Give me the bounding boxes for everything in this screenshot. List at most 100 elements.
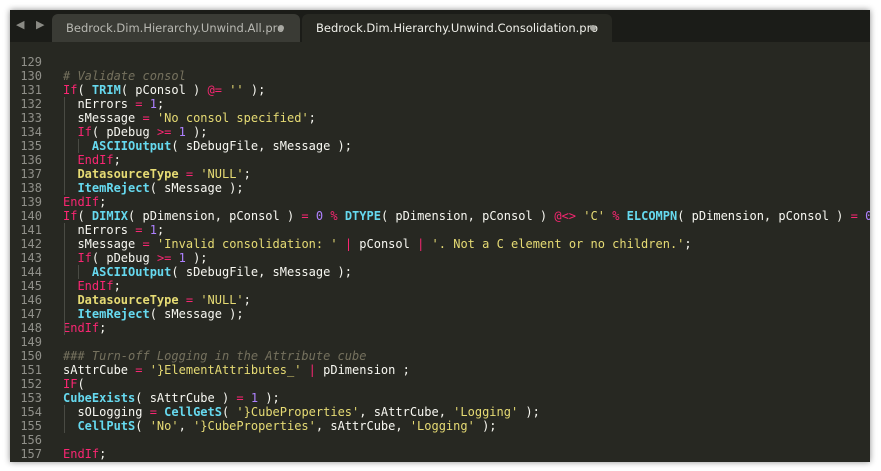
code-token: CubeExists [63, 391, 136, 405]
code-token: | [308, 363, 316, 377]
code-token: 'NULL' [200, 293, 244, 307]
code-token: = [142, 111, 150, 125]
code-token: , sAttrCube, [315, 419, 410, 433]
code-line: 130 # Validate consol [10, 69, 870, 83]
code-token: # Validate consol [63, 69, 186, 83]
code-token: ( [221, 405, 237, 419]
code-token: ; [156, 97, 165, 111]
tab-unwind-all[interactable]: Bedrock.Dim.Hierarchy.Unwind.All.pro [52, 14, 300, 42]
code-token: DatasourceType [77, 167, 179, 181]
code-token: ; [156, 223, 165, 237]
code-line: 148 EndIf; [10, 321, 870, 335]
code-token: | [344, 237, 353, 251]
line-number: 142 [20, 237, 42, 251]
code-line: 139 EndIf; [10, 195, 870, 209]
code-token: ( pDimension, pConsol ) [677, 209, 851, 223]
code-line: 147 ItemReject( sMessage ); [10, 307, 870, 321]
code-token: ( [77, 377, 85, 391]
code-token: sOLogging [63, 405, 150, 419]
line-number: 146 [20, 293, 42, 307]
code-line: 145 EndIf; [10, 279, 870, 293]
code-text: # Validate consol [63, 69, 186, 83]
code-token: ); [185, 251, 208, 265]
code-token: , sAttrCube, [359, 405, 454, 419]
code-token: '. Not a C element or no children.' [431, 237, 685, 251]
close-dot-icon[interactable] [278, 25, 284, 31]
code-token: ItemReject [77, 307, 150, 321]
tab-label: Bedrock.Dim.Hierarchy.Unwind.Consolidati… [316, 21, 599, 35]
line-number: 153 [20, 391, 42, 405]
code-text: CubeExists( sAttrCube ) = 1 ); [63, 391, 280, 405]
code-token: ); [185, 125, 208, 139]
code-token: 1 [149, 97, 157, 111]
code-token: ; [113, 279, 121, 293]
tab-unwind-consolidation[interactable]: Bedrock.Dim.Hierarchy.Unwind.Consolidati… [302, 14, 612, 42]
code-token: = [185, 293, 194, 307]
code-token: ; [243, 167, 251, 181]
line-number: 139 [20, 195, 42, 209]
tab-nav-arrows-icon[interactable]: ◀ ▶ [16, 18, 48, 31]
indent-guide [78, 265, 80, 279]
code-text: If( DIMIX( pDimension, pConsol ) = 0 % D… [63, 209, 870, 223]
line-number: 130 [20, 69, 42, 83]
code-editor[interactable]: 129 130 # Validate consol 131 If( TRIM( pCon… [10, 42, 870, 462]
code-line: 143 If( pDebug >= 1 ); [10, 251, 870, 265]
code-token: ); [243, 83, 266, 97]
line-number: 148 [20, 321, 42, 335]
code-token: 'Invalid consolidation: ' [156, 237, 338, 251]
code-line: 138 ItemReject( sMessage ); [10, 181, 870, 195]
line-number: 135 [20, 139, 42, 153]
code-token: DIMIX [91, 209, 129, 223]
code-token: @= [207, 83, 222, 97]
code-text: sMessage = 'No consol specified'; [63, 111, 315, 125]
indent-guide [64, 223, 65, 335]
code-token: CellPutS [77, 419, 136, 433]
code-line: 158 [10, 461, 870, 462]
code-line: 144 ASCIIOutput( sDebugFile, sMessage ); [10, 265, 870, 279]
code-line: 132 nErrors = 1; [10, 97, 870, 111]
line-number: 131 [20, 83, 42, 97]
code-token: ); [474, 419, 497, 433]
code-token: = [149, 405, 157, 419]
code-text: ASCIIOutput( sDebugFile, sMessage ); [63, 265, 352, 279]
close-dot-icon[interactable] [590, 25, 596, 31]
code-line: 140 If( DIMIX( pDimension, pConsol ) = 0 … [10, 209, 870, 223]
code-text: If( pDebug >= 1 ); [63, 125, 208, 139]
code-line: 141 nErrors = 1; [10, 223, 870, 237]
code-line: 154 sOLogging = CellGetS( '}CubeProperti… [10, 405, 870, 419]
code-token: nErrors [63, 97, 136, 111]
code-text: ASCIIOutput( sDebugFile, sMessage ); [63, 139, 352, 153]
code-token: 1 [149, 223, 157, 237]
code-text: EndIf; [63, 321, 106, 335]
code-token: ); [258, 391, 280, 405]
code-token: ; [243, 293, 251, 307]
code-text: ItemReject( sMessage ); [63, 181, 244, 195]
code-token: CellGetS [164, 405, 222, 419]
code-token: 'Logging' [409, 419, 475, 433]
code-token: ASCIIOutput [91, 265, 172, 279]
code-text: If( pDebug >= 1 ); [63, 251, 208, 265]
indent-guide [64, 405, 65, 433]
code-token: ( sMessage ); [149, 307, 244, 321]
code-token: 0 [865, 209, 870, 223]
code-text: nErrors = 1; [63, 223, 164, 237]
code-token: ( sMessage ); [149, 181, 244, 195]
code-token: >= [156, 251, 172, 265]
code-token: ( pConsol ) [120, 83, 208, 97]
code-token: ItemReject [77, 181, 150, 195]
code-token: ( pDimension, pConsol ) [380, 209, 555, 223]
code-text: ### Turn-off Logging in the Attribute cu… [63, 349, 366, 363]
code-token: sAttrCube [63, 363, 136, 377]
code-text: EndIf; [63, 195, 106, 209]
code-token: 'Logging' [453, 405, 519, 419]
